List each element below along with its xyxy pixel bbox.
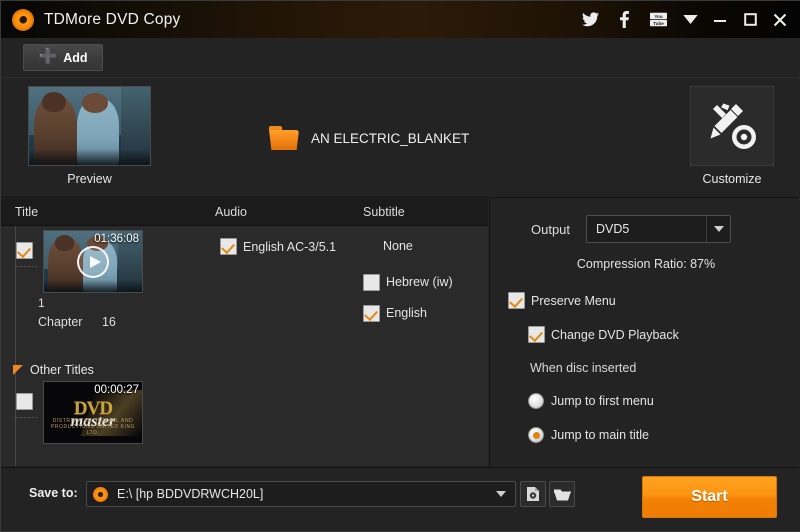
subtitle-track-checkbox[interactable]	[363, 304, 380, 322]
disc-title-label: AN ELECTRIC_BLANKET	[311, 131, 470, 146]
other-title-thumbnail[interactable]: DVD master DISTRIBUTED YOU ALL AND PRODU…	[43, 381, 143, 444]
close-icon[interactable]	[765, 5, 795, 35]
customize-label: Customize	[702, 172, 762, 186]
maximize-icon[interactable]	[735, 5, 765, 35]
subtitle-track-row[interactable]: Hebrew (iw)	[363, 271, 483, 293]
jump-to-first-menu-option[interactable]: Jump to first menu	[528, 393, 654, 409]
preview-art-head-right	[82, 93, 108, 113]
start-button-label: Start	[691, 488, 728, 505]
column-headers: Title Audio Subtitle	[1, 199, 488, 226]
preserve-menu-checkbox[interactable]	[508, 292, 525, 309]
compression-ratio-label: Compression Ratio: 87%	[576, 257, 716, 271]
save-to-dropdown[interactable]: E:\ [hp BDDVDRWCH20L]	[86, 481, 516, 507]
when-disc-inserted-label: When disc inserted	[530, 361, 637, 375]
play-icon[interactable]	[77, 245, 109, 278]
title-index: 1	[38, 296, 45, 310]
subtitle-track-row[interactable]: English	[363, 302, 483, 324]
other-title-thumb-line3: DISTRIBUTED YOU ALL AND PRODUCTIONS UNIT…	[50, 418, 136, 436]
audio-track-checkbox[interactable]	[220, 238, 237, 255]
svg-text:You: You	[654, 14, 663, 19]
window-title: TDMore DVD Copy	[44, 10, 181, 28]
title-thumbnail[interactable]: 01:36:08	[43, 230, 143, 293]
output-setting-row: Output DVD5	[531, 215, 732, 243]
change-playback-option[interactable]: Change DVD Playback	[528, 326, 679, 343]
output-format-value: DVD5	[596, 222, 630, 236]
audio-column: English AC-3/5.1	[220, 226, 360, 255]
save-to-value: E:\ [hp BDDVDRWCH20L]	[117, 487, 264, 501]
svg-text:Tube: Tube	[653, 21, 664, 26]
other-title-duration: 00:00:27	[94, 384, 139, 396]
iso-file-icon[interactable]	[520, 481, 546, 507]
audio-track-row[interactable]: English AC-3/5.1	[220, 238, 360, 255]
preview-thumbnail[interactable]	[28, 86, 151, 166]
jump-to-main-title-option[interactable]: Jump to main title	[528, 427, 649, 443]
preview-art-head-left	[42, 91, 67, 112]
change-playback-checkbox[interactable]	[528, 326, 545, 343]
source-panel: Preview AN ELECTRIC_BLANKET Customize	[1, 79, 800, 225]
chevron-down-icon[interactable]	[706, 216, 730, 242]
start-button[interactable]: Start	[642, 476, 777, 518]
toolbar: ➕ Add	[1, 38, 800, 78]
settings-panel: Output DVD5 Compression Ratio: 87% Prese…	[489, 199, 800, 466]
audio-track-label: English AC-3/5.1	[243, 239, 337, 254]
plus-icon: ➕	[38, 48, 58, 65]
subtitle-none-label: None	[383, 239, 413, 253]
preview-art-shadow	[29, 149, 150, 165]
chapter-count: 16	[101, 315, 116, 329]
minimize-icon[interactable]	[705, 5, 735, 35]
title-checkbox[interactable]	[16, 242, 33, 259]
column-header-title: Title	[15, 205, 39, 219]
chapter-label: Chapter	[38, 315, 83, 329]
column-header-subtitle: Subtitle	[363, 205, 405, 219]
pencil-disc-icon	[690, 86, 774, 166]
preview-label: Preview	[67, 172, 112, 186]
preserve-menu-label: Preserve Menu	[531, 293, 616, 308]
facebook-icon[interactable]	[607, 5, 641, 35]
subtitle-track-label: Hebrew (iw)	[386, 275, 453, 289]
customize-button[interactable]: Customize	[690, 86, 774, 186]
triangle-expander-icon[interactable]	[13, 365, 23, 375]
other-titles-label: Other Titles	[30, 363, 94, 377]
column-header-audio: Audio	[215, 205, 247, 219]
add-button[interactable]: ➕ Add	[23, 44, 103, 71]
youtube-icon[interactable]: You Tube	[641, 5, 675, 35]
output-label: Output	[531, 221, 571, 237]
jump-to-first-menu-radio[interactable]	[528, 393, 544, 409]
title-bar: TDMore DVD Copy You Tube	[1, 1, 800, 38]
disc-icon	[93, 486, 108, 502]
tree-connector	[15, 417, 37, 418]
subtitle-column: None Hebrew (iw) English	[363, 226, 483, 324]
output-format-dropdown[interactable]: DVD5	[586, 215, 732, 243]
tree-connector-line	[15, 226, 16, 466]
folder-icon	[269, 126, 299, 151]
other-titles-group[interactable]: Other Titles	[13, 363, 94, 377]
chevron-down-icon[interactable]	[496, 491, 506, 497]
save-to-label: Save to:	[29, 486, 78, 500]
folder-open-icon[interactable]	[549, 481, 575, 507]
change-playback-label: Change DVD Playback	[551, 327, 679, 342]
add-button-label: Add	[63, 50, 88, 65]
tree-connector	[15, 266, 37, 267]
disc-icon	[12, 8, 34, 31]
jump-to-first-menu-label: Jump to first menu	[551, 394, 654, 408]
menu-dropdown-icon[interactable]	[675, 5, 705, 35]
preview-button[interactable]: Preview	[28, 86, 151, 186]
footer-bar: Save to: E:\ [hp BDDVDRWCH20L] Start	[1, 467, 800, 531]
other-title-checkbox[interactable]	[16, 393, 33, 410]
twitter-icon[interactable]	[573, 5, 607, 35]
title-chapter-info: Chapter 16	[38, 315, 116, 329]
subtitle-track-checkbox[interactable]	[363, 273, 380, 291]
jump-to-main-title-radio[interactable]	[528, 427, 544, 443]
title-duration: 01:36:08	[94, 233, 139, 245]
disc-source-row: AN ELECTRIC_BLANKET	[269, 126, 469, 151]
jump-to-main-title-label: Jump to main title	[551, 428, 649, 442]
subtitle-track-label: English	[386, 306, 427, 320]
title-bar-controls: You Tube	[573, 1, 800, 38]
preserve-menu-option[interactable]: Preserve Menu	[508, 292, 616, 309]
application-window: TDMore DVD Copy You Tube ➕ Add Preview A…	[0, 0, 800, 532]
title-list: 01:36:08 1 Chapter 16 Other Titles DVD m…	[1, 226, 488, 466]
